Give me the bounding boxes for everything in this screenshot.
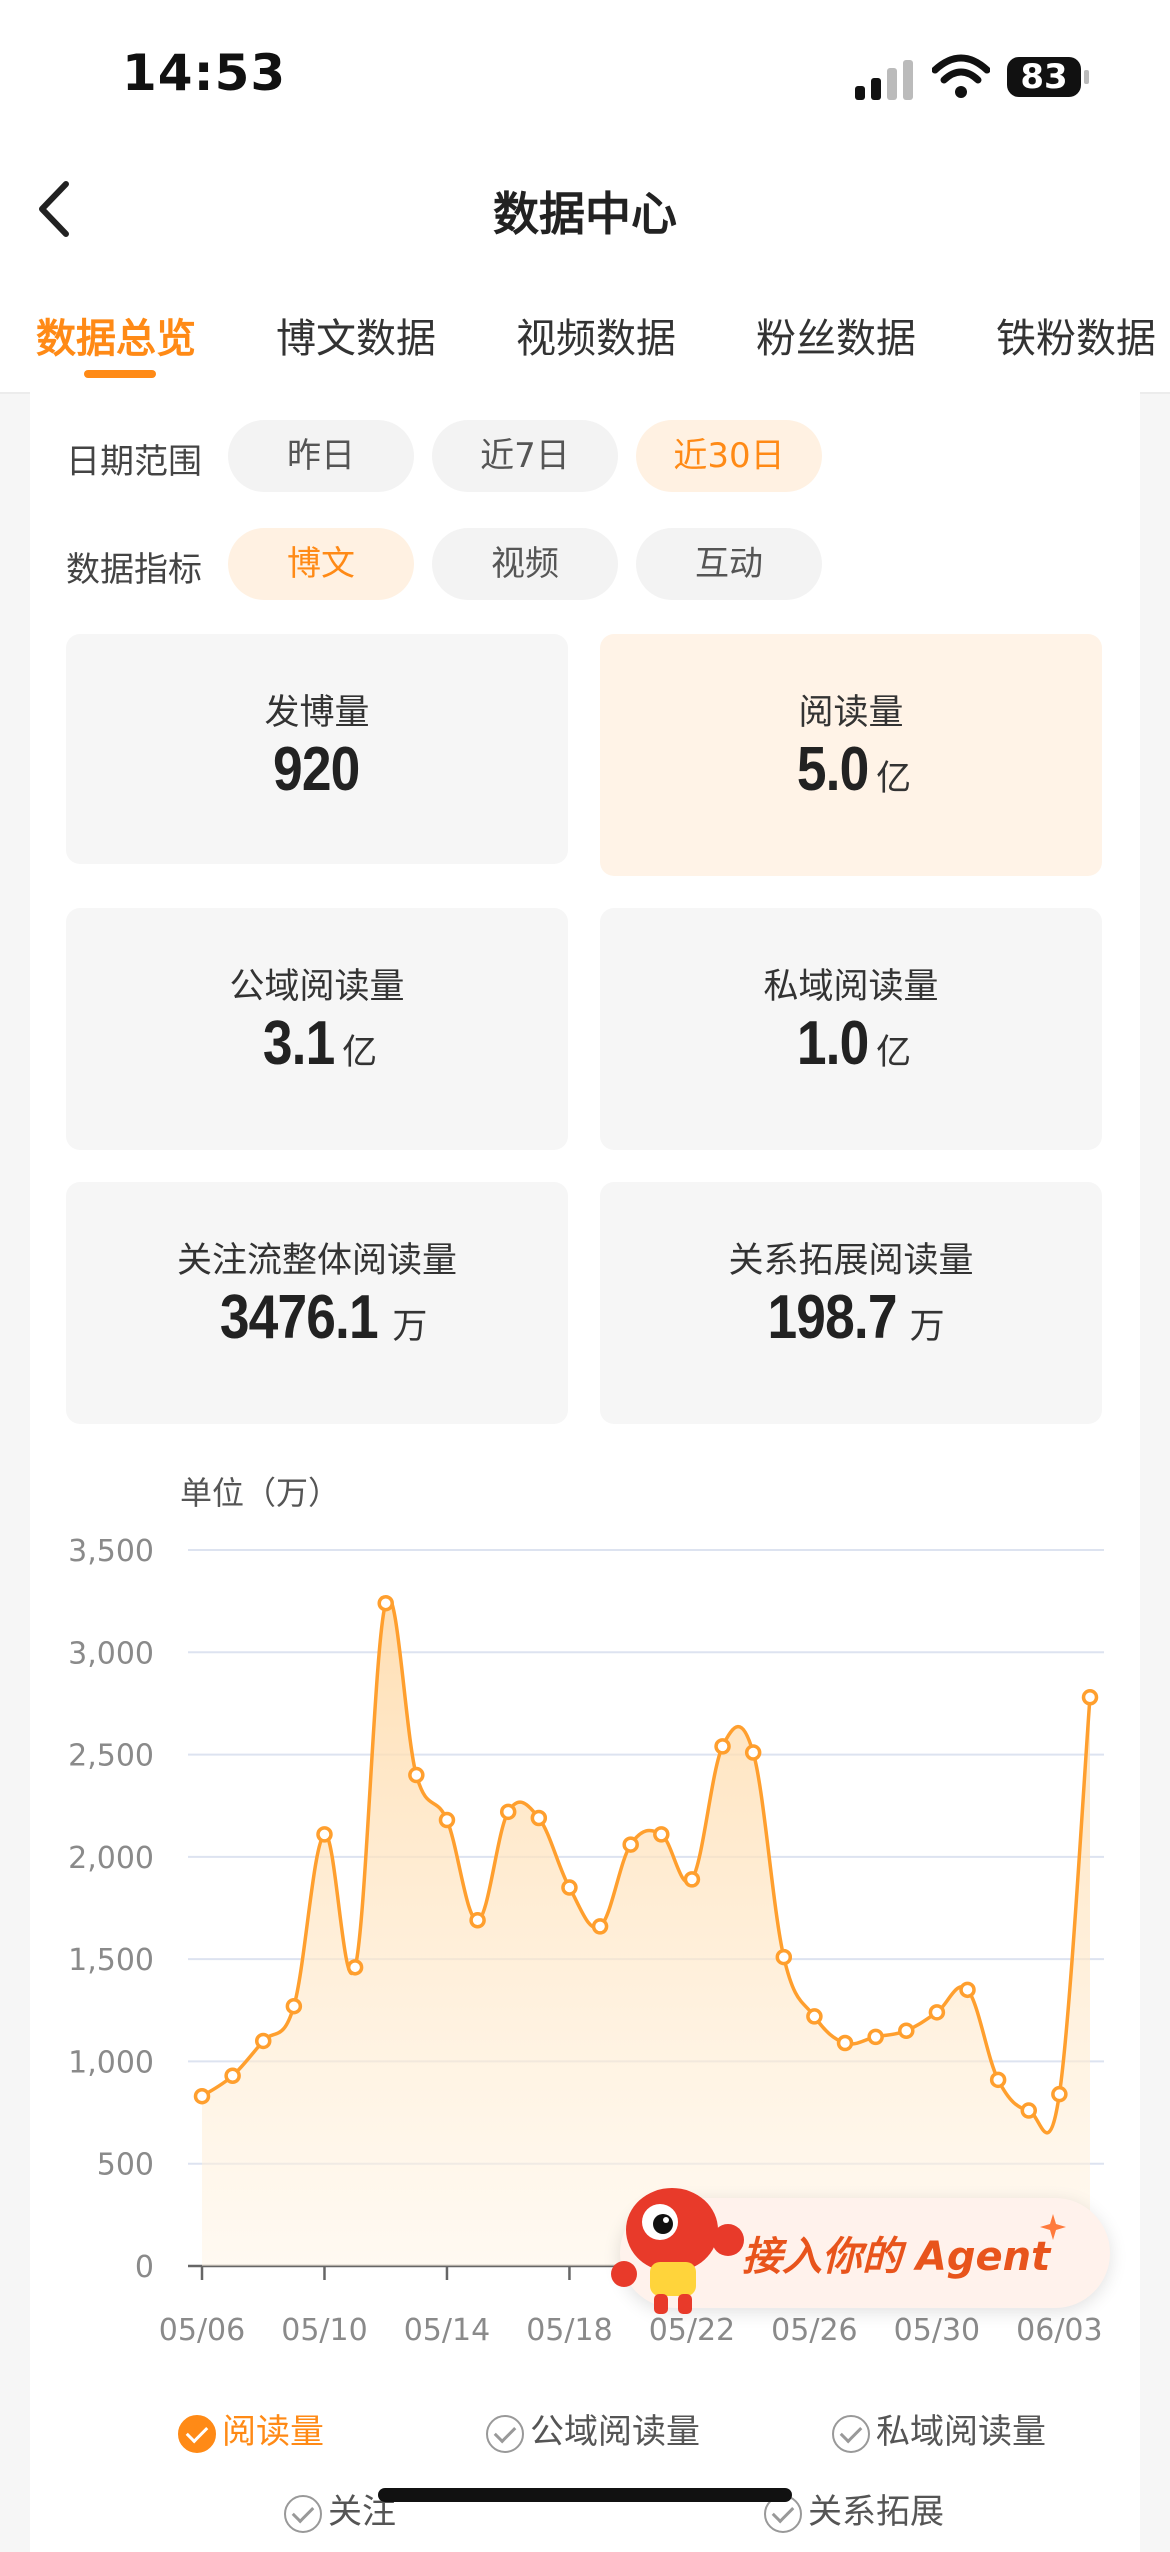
legend-item-public-reads[interactable]: 公域阅读量: [486, 2404, 700, 2453]
data-point: [530, 1809, 548, 1827]
agent-banner-text: 接入你的 Agent: [742, 2234, 1051, 2280]
data-point: [591, 1918, 609, 1935]
y-tick-label: 3,000: [68, 1636, 154, 1671]
data-point: [775, 1948, 793, 1966]
data-point: [254, 2032, 272, 2050]
data-point: [224, 2067, 241, 2084]
x-tick-label: 05/14: [404, 2313, 490, 2348]
data-point: [1020, 2102, 1038, 2119]
data-point: [377, 1594, 394, 1612]
mascot-icon: [611, 2188, 744, 2314]
data-point: [285, 1997, 303, 2015]
data-point: [959, 1981, 976, 1999]
legend-label: 阅读量: [222, 2412, 324, 2452]
data-point: [622, 1836, 639, 1853]
x-tick-label: 05/18: [526, 2313, 612, 2348]
data-point: [193, 2087, 211, 2105]
data-point: [561, 1879, 578, 1896]
x-tick-label: 05/06: [159, 2313, 245, 2348]
legend-item-private-reads[interactable]: 私域阅读量: [832, 2404, 1046, 2453]
data-point: [346, 1959, 364, 1976]
data-point: [499, 1803, 517, 1821]
y-tick-label: 2,000: [68, 1841, 154, 1876]
reads-trend-chart: 0 500 1,000 1,500 2,000 2,500 3,000 3,500 05/06…: [68, 1534, 1104, 2348]
data-point: [1051, 2085, 1068, 2103]
data-point: [928, 2004, 946, 2021]
data-point: [316, 1826, 333, 1843]
data-point: [836, 2034, 854, 2052]
legend-label: 公域阅读量: [530, 2412, 700, 2452]
x-tick-label: 05/10: [281, 2313, 367, 2348]
x-tick-label: 06/03: [1016, 2313, 1102, 2348]
data-point: [1081, 1689, 1099, 1706]
data-point: [683, 1871, 701, 1888]
y-tick-label: 3,500: [68, 1534, 154, 1569]
series-area: [202, 1598, 1090, 2266]
checkbox-checked-icon: [178, 2414, 216, 2453]
data-point: [408, 1766, 425, 1784]
y-tick-label: 500: [97, 2148, 154, 2183]
data-point: [438, 1811, 456, 1829]
x-tick-label: 05/30: [894, 2313, 980, 2348]
data-point: [744, 1744, 762, 1761]
data-point: [653, 1826, 670, 1843]
legend-label: 私域阅读量: [876, 2412, 1046, 2452]
sparkle-icon: [1040, 2214, 1066, 2240]
checkbox-icon: [284, 2494, 322, 2533]
data-point: [714, 1738, 731, 1755]
y-tick-label: 1,500: [68, 1943, 154, 1978]
data-point: [989, 2071, 1007, 2089]
data-point: [867, 2028, 884, 2046]
data-point: [469, 1912, 486, 1929]
y-tick-label: 1,000: [68, 2045, 154, 2080]
home-indicator: [378, 2488, 792, 2502]
y-tick-label: 2,500: [68, 1739, 154, 1774]
legend-item-reads[interactable]: 阅读量: [178, 2404, 324, 2453]
y-tick-label: 0: [135, 2250, 154, 2285]
checkbox-icon: [486, 2414, 524, 2453]
data-point: [898, 2022, 915, 2039]
data-point: [806, 2008, 823, 2025]
legend-label: 关系拓展: [808, 2492, 944, 2532]
checkbox-icon: [832, 2414, 870, 2453]
x-tick-label: 05/26: [771, 2313, 857, 2348]
